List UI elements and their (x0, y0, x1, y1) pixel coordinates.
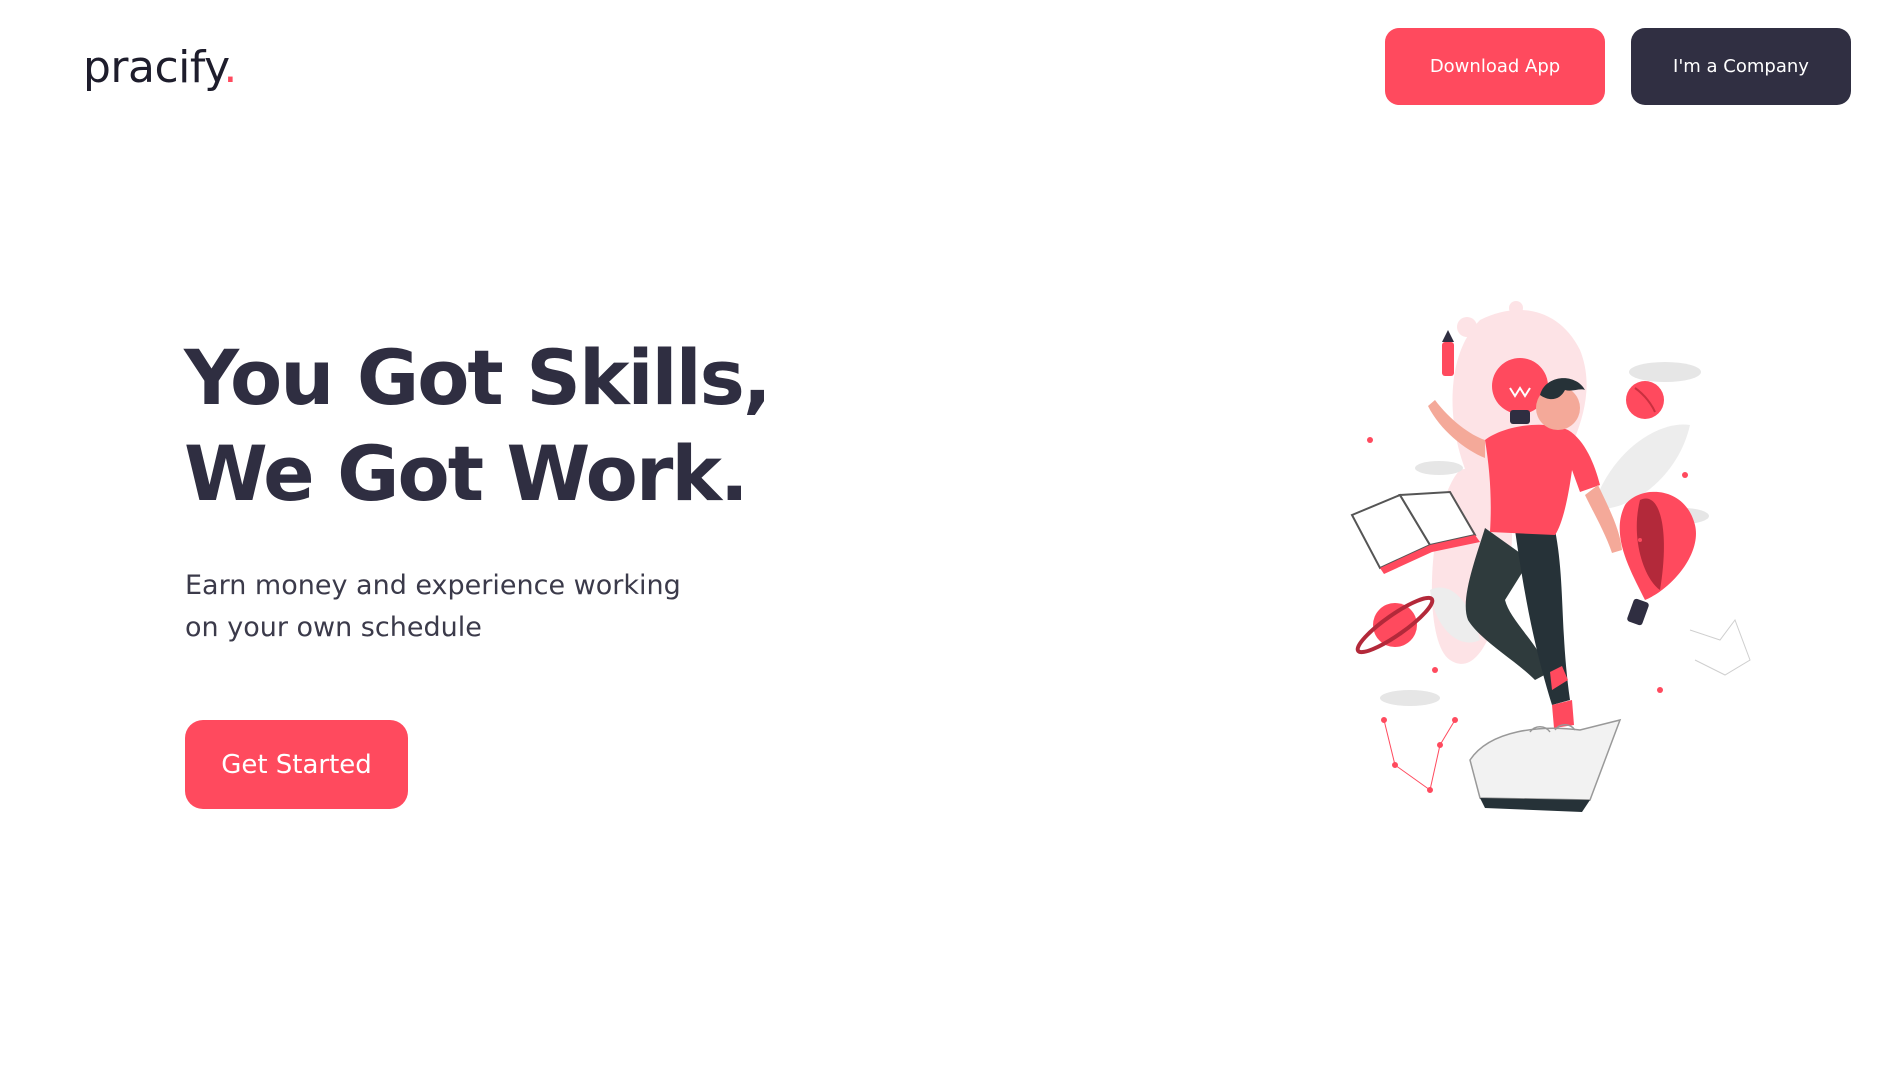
landing-page: pracify. Download App I'm a Company You … (0, 0, 1899, 1080)
planet-icon (1355, 595, 1435, 655)
get-started-label: Get Started (221, 749, 372, 780)
company-label: I'm a Company (1673, 56, 1809, 77)
pencil-icon (1442, 330, 1454, 376)
hero-subtitle: Earn money and experience working on you… (185, 565, 681, 649)
headline-line-1: You Got Skills, (184, 333, 772, 422)
company-button[interactable]: I'm a Company (1631, 28, 1851, 105)
logo[interactable]: pracify. (83, 38, 237, 98)
logo-text: pracify (83, 42, 224, 93)
constellation (1381, 717, 1458, 793)
subtitle-line-1: Earn money and experience working (185, 570, 681, 601)
logo-dot: . (223, 42, 237, 93)
get-started-button[interactable]: Get Started (185, 720, 408, 809)
hero-headline: You Got Skills, We Got Work. (184, 330, 772, 522)
person-skills-illustration (1350, 301, 1751, 812)
subtitle-line-2: on your own schedule (185, 612, 482, 643)
headline-line-2: We Got Work. (184, 429, 749, 518)
constellation-right (1689, 618, 1751, 676)
ball-icon (1626, 381, 1664, 419)
download-app-label: Download App (1429, 56, 1561, 77)
download-app-button[interactable]: Download App (1385, 28, 1605, 105)
notebook-icon (1469, 718, 1622, 812)
balloon-icon (1619, 491, 1696, 626)
